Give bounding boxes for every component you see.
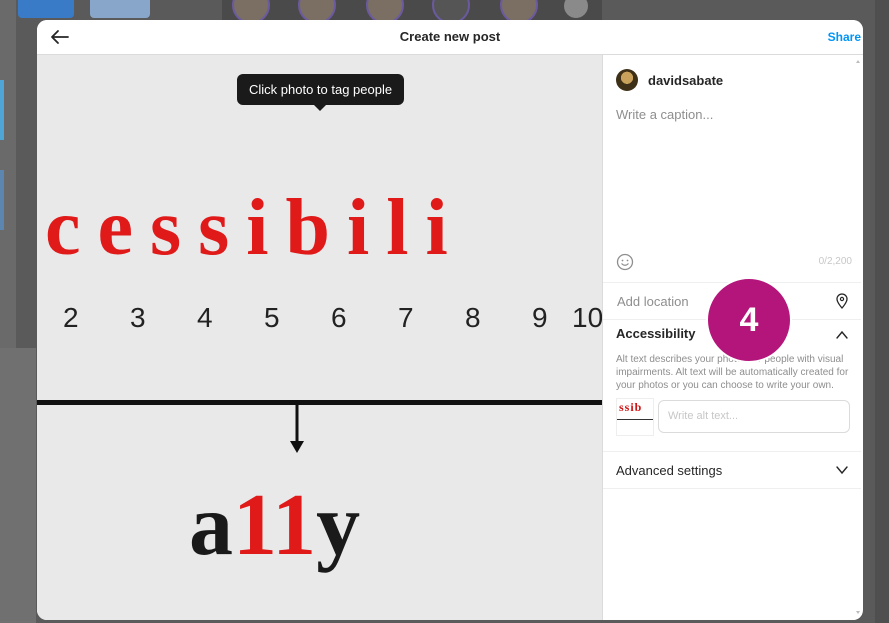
username: davidsabate [648,73,724,88]
ally-part: y [316,477,361,574]
caption-char-count: 0/2,200 [818,256,852,267]
photo-ally-text: a11y [189,475,360,576]
caption-input[interactable]: Write a caption... [616,107,713,122]
advanced-settings-label: Advanced settings [616,463,723,478]
photo-number: 2 [63,302,79,333]
background-thumbnail [90,0,150,18]
chevron-down-icon [836,466,848,475]
tag-people-tooltip: Click photo to tag people [237,74,405,111]
thumbnail-text: ssib [619,400,643,414]
panel-scrollbar[interactable] [854,55,862,620]
photo-preview[interactable]: cessibili 2 3 4 5 6 7 8 9 10 a11y Click photo to… [37,55,602,620]
ally-part: 11 [233,477,317,574]
photo-word: cessibili [45,184,465,272]
photo-number: 3 [130,302,146,333]
accessibility-title: Accessibility [616,326,696,341]
share-button[interactable]: Share [828,30,861,44]
photo-divider [37,400,602,405]
photo-number: 8 [465,302,481,333]
avatar [616,69,638,91]
step-number-badge: 4 [706,277,792,363]
alt-text-input[interactable]: Write alt text... [658,400,850,433]
photo-number: 7 [398,302,414,333]
background-stories-bar [222,0,602,24]
location-pin-icon [836,293,848,309]
ally-part: a [189,477,233,574]
modal-header: Create new post Share [37,20,863,55]
photo-number: 9 [532,302,548,333]
emoji-icon[interactable] [616,253,634,271]
modal-title: Create new post [399,29,501,44]
location-placeholder: Add location [617,294,689,309]
photo-number: 10 [572,302,602,333]
down-arrow-icon [290,405,304,453]
alt-text-thumbnail: ssib [616,398,654,436]
photo-numbers: 2 3 4 5 6 7 8 9 10 [63,302,602,334]
photo-number: 6 [331,302,347,333]
chevron-up-icon [836,330,848,339]
background-thumbnail [18,0,74,18]
advanced-settings-toggle[interactable]: Advanced settings [603,451,861,489]
background-scrollbar [875,0,889,623]
photo-number: 5 [264,302,280,333]
photo-number: 4 [197,302,213,333]
background-lower-left [0,348,36,623]
